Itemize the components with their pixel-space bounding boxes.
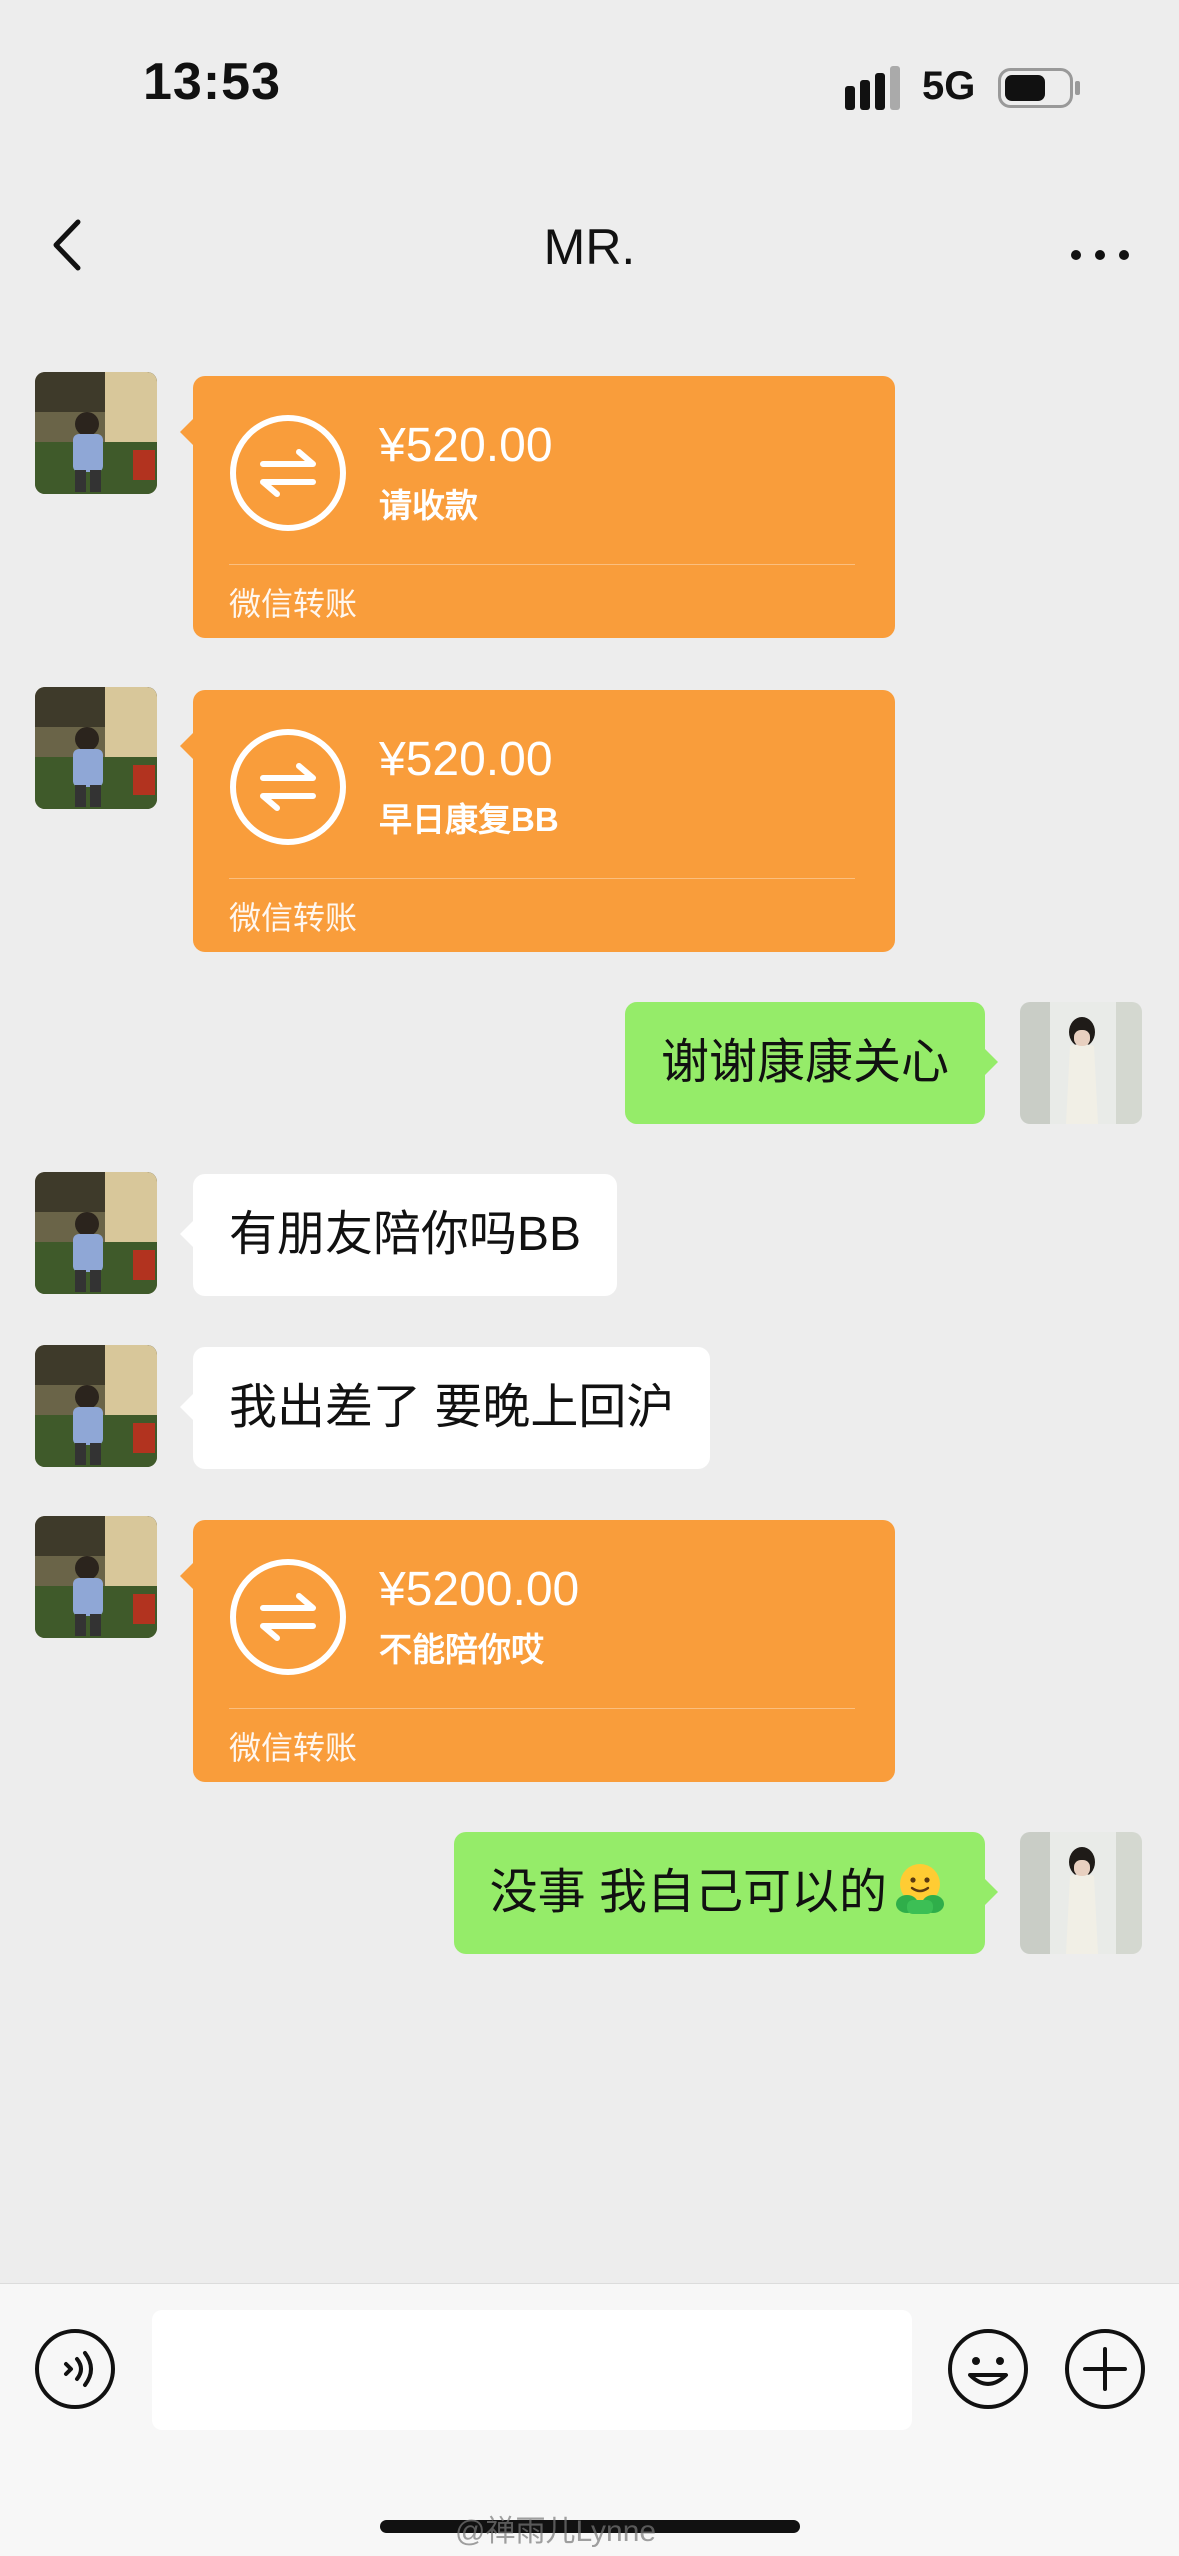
contact-avatar[interactable]: [35, 372, 157, 494]
contact-avatar[interactable]: [35, 1172, 157, 1294]
contact-avatar[interactable]: [35, 687, 157, 809]
watermark: @禅雨儿Lynne: [455, 2515, 657, 2548]
transfer-amount: ¥520.00: [379, 733, 553, 786]
signal-icon: [845, 66, 900, 110]
self-avatar[interactable]: [1020, 1832, 1142, 1954]
transfer-amount: ¥5200.00: [379, 1563, 580, 1616]
voice-icon[interactable]: [33, 2327, 117, 2411]
transfer-footer-label: 微信转账: [229, 586, 358, 622]
chat-title: MR.: [543, 219, 636, 275]
transfer-icon: [230, 415, 346, 531]
received-message-bubble[interactable]: 有朋友陪你吗BB: [179, 1174, 618, 1296]
plus-icon[interactable]: [1063, 2327, 1147, 2411]
transfer-footer-label: 微信转账: [229, 1730, 358, 1766]
status-bar: 13:53 5G: [0, 0, 1179, 150]
self-avatar[interactable]: [1020, 1002, 1142, 1124]
divider: [229, 564, 855, 565]
transfer-card[interactable]: ¥520.00 早日康复BB 微信转账: [180, 690, 895, 952]
transfer-icon: [230, 1559, 346, 1675]
network-label: 5G: [922, 64, 976, 108]
nav-bar: MR.: [0, 150, 1179, 310]
contact-avatar[interactable]: [35, 1345, 157, 1467]
transfer-note: 不能陪你哎: [379, 1631, 544, 1668]
divider: [229, 1708, 855, 1709]
transfer-card[interactable]: ¥520.00 请收款 微信转账: [180, 376, 895, 638]
message-input[interactable]: [152, 2310, 912, 2430]
received-message-bubble[interactable]: 我出差了 要晚上回沪: [179, 1347, 711, 1469]
transfer-note: 早日康复BB: [379, 801, 559, 838]
transfer-note: 请收款: [379, 487, 478, 524]
transfer-amount: ¥520.00: [379, 419, 553, 472]
transfer-icon: [230, 729, 346, 845]
more-icon[interactable]: [1060, 235, 1140, 275]
hugging-face-icon: [896, 1864, 944, 1914]
message-text: 没事 我自己可以的: [489, 1866, 887, 1919]
sent-message-bubble[interactable]: 谢谢康康关心: [624, 1002, 999, 1124]
emoji-icon[interactable]: [946, 2327, 1030, 2411]
transfer-card[interactable]: ¥5200.00 不能陪你哎 微信转账: [180, 1520, 895, 1782]
divider: [229, 878, 855, 879]
transfer-footer-label: 微信转账: [229, 900, 358, 936]
battery-icon: [998, 68, 1080, 108]
status-time: 13:53: [143, 53, 281, 111]
contact-avatar[interactable]: [35, 1516, 157, 1638]
sent-message-bubble[interactable]: 没事 我自己可以的: [453, 1832, 999, 1954]
input-bar: @禅雨儿Lynne: [0, 2283, 1179, 2556]
